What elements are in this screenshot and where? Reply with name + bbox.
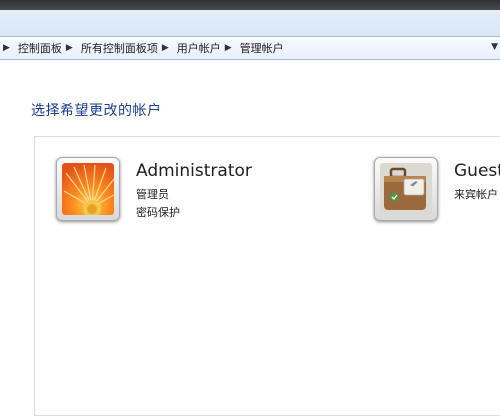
breadcrumb-item-control-panel[interactable]: 控制面板 xyxy=(18,40,62,56)
account-name[interactable]: Administrator xyxy=(136,161,252,181)
suitcase-avatar-icon xyxy=(380,163,432,215)
account-type: 管理员 xyxy=(136,188,169,201)
window-title-bar xyxy=(0,0,500,10)
breadcrumb-item-user-accounts[interactable]: 用户帐户 xyxy=(177,40,221,56)
account-type: 来宾帐户 xyxy=(454,188,498,201)
breadcrumb-separator-icon[interactable]: ▶ xyxy=(66,43,73,53)
account-name[interactable]: Guest xyxy=(454,161,500,181)
account-picture-frame[interactable] xyxy=(56,157,120,221)
flower-avatar-icon xyxy=(62,163,114,215)
page-title: 选择希望更改的帐户 xyxy=(31,103,162,119)
breadcrumb-separator-icon[interactable]: ▶ xyxy=(162,43,169,53)
breadcrumb-separator-icon: ▶ xyxy=(3,43,10,53)
breadcrumb[interactable]: ▶ 控制面板 ▶ 所有控制面板项 ▶ 用户帐户 ▶ 管理帐户 ▼ xyxy=(0,36,500,60)
breadcrumb-item-all-items[interactable]: 所有控制面板项 xyxy=(81,40,158,56)
breadcrumb-separator-icon[interactable]: ▶ xyxy=(225,43,232,53)
account-picture-frame[interactable] xyxy=(374,157,438,221)
chevron-down-icon[interactable]: ▼ xyxy=(491,42,498,52)
breadcrumb-item-manage-accounts[interactable]: 管理帐户 xyxy=(240,40,284,56)
account-password-status: 密码保护 xyxy=(136,206,180,219)
